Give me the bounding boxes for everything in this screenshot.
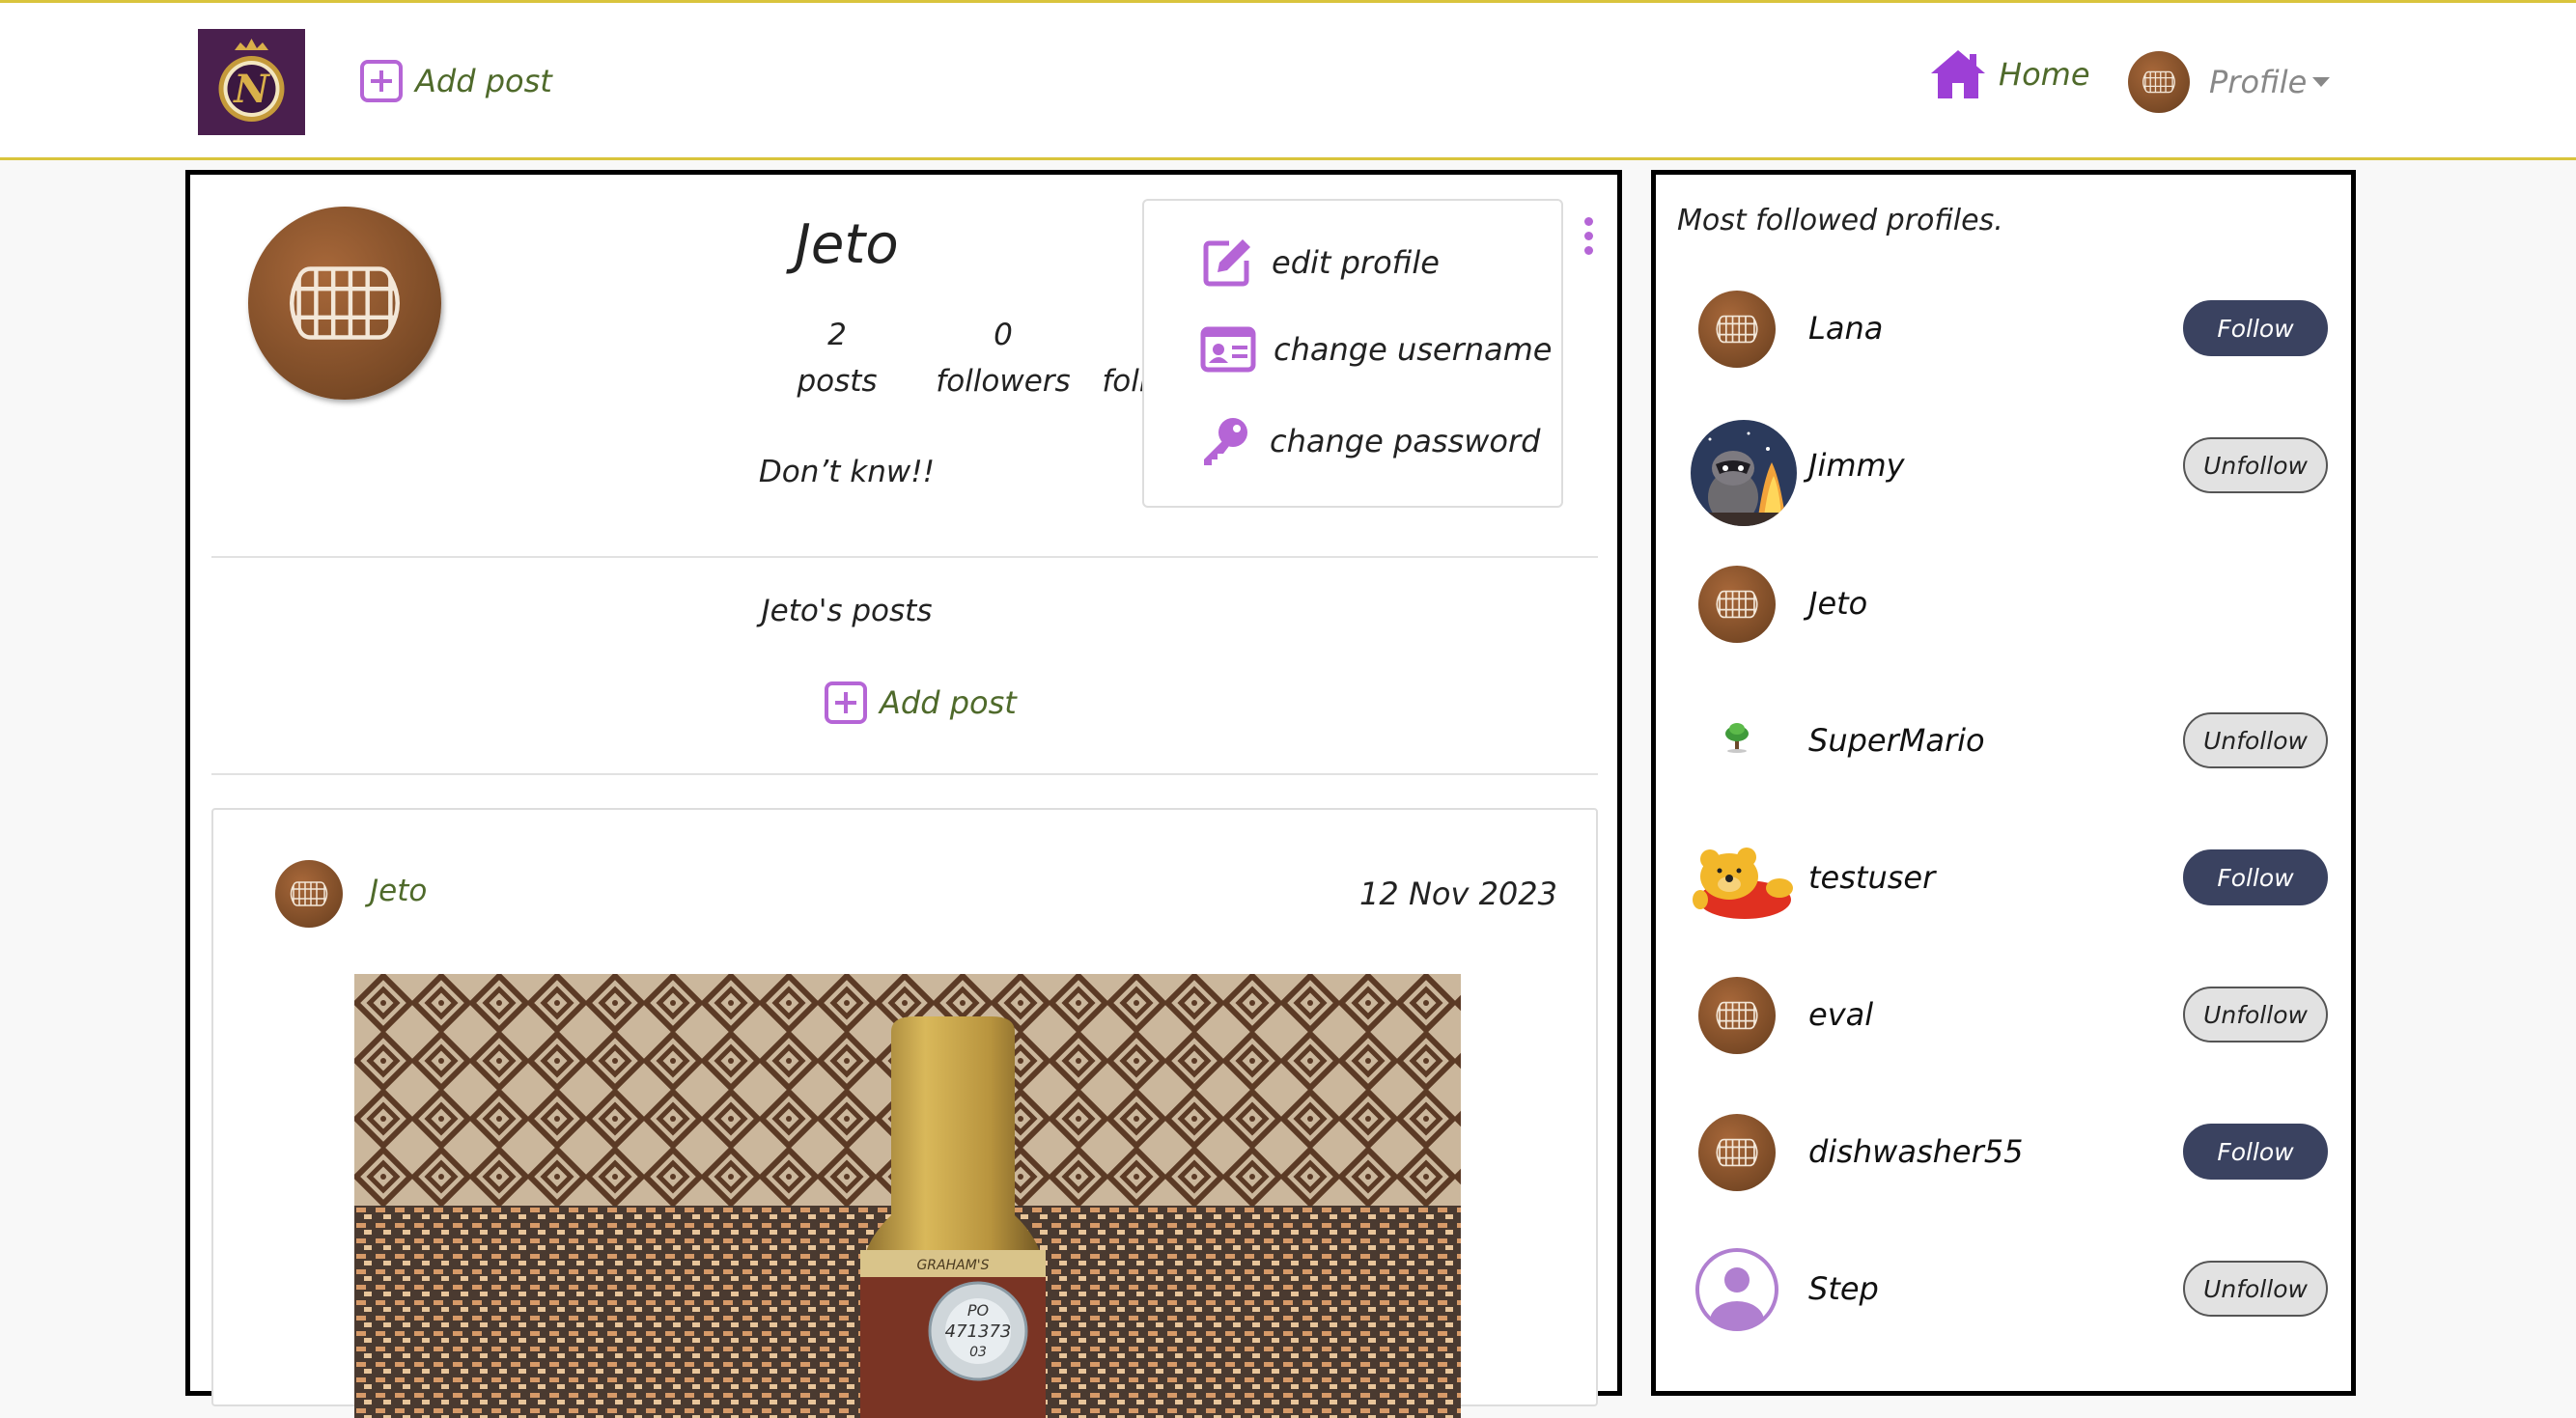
nav-profile-label: Profile [2209, 64, 2308, 100]
stat-posts-value: 2 [827, 318, 847, 352]
post-card: Jeto 12 Nov 2023 GRAHAM'S PO 471373 03 [211, 808, 1598, 1418]
profile-panel: Jeto 2 posts 0 followers 4 following Don… [185, 170, 1622, 1418]
profile-avatar[interactable] [1691, 832, 1793, 925]
profile-name: Jeto [795, 213, 899, 276]
crown-logo-icon: N [218, 39, 285, 122]
plus-square-icon [360, 60, 403, 102]
unfollow-button[interactable]: Unfollow [2183, 437, 2328, 493]
site-logo[interactable]: N [198, 29, 305, 135]
barrel-icon [1710, 588, 1764, 621]
top-navbar: N Add post Home Profile [0, 0, 2576, 160]
plus-square-icon [825, 681, 867, 724]
bear-avatar-icon [1693, 848, 1793, 919]
post-author-avatar[interactable] [275, 860, 343, 928]
change-username-label: change username [1274, 331, 1553, 368]
home-icon [1931, 50, 1985, 98]
change-password-label: change password [1270, 423, 1541, 459]
sidebar-title: Most followed profiles. [1677, 204, 2003, 237]
profile-row-testuser: testuser Follow [1656, 820, 2351, 936]
tree-avatar-icon [1725, 723, 1749, 753]
profile-name-link[interactable]: Step [1808, 1270, 1879, 1307]
profile-name-link[interactable]: testuser [1808, 859, 1935, 896]
stat-posts: 2 posts [750, 312, 924, 404]
add-post-label: Add post [880, 684, 1017, 721]
svg-text:GRAHAM'S: GRAHAM'S [916, 1258, 989, 1273]
post-image[interactable]: GRAHAM'S PO 471373 03 [354, 974, 1461, 1418]
edit-profile-item[interactable]: edit profile [1200, 236, 1440, 290]
edit-profile-label: edit profile [1272, 244, 1440, 281]
bottle-photo: GRAHAM'S PO 471373 03 [354, 974, 1461, 1418]
profile-row-lana: Lana Follow [1656, 271, 2351, 387]
default-user-icon [1695, 1248, 1778, 1331]
profile-name-link[interactable]: Lana [1808, 310, 1883, 347]
barrel-icon [285, 878, 333, 909]
barrel-icon [2138, 69, 2180, 96]
profile-avatar[interactable] [1691, 420, 1797, 526]
profile-name-link[interactable]: SuperMario [1808, 722, 1985, 759]
posts-section-title: Jeto's posts [761, 594, 933, 628]
nav-add-post-link[interactable]: Add post [359, 59, 552, 103]
follow-button[interactable]: Follow [2183, 300, 2328, 356]
profile-name-link[interactable]: Jimmy [1808, 447, 1905, 484]
profile-row-eval: eval Unfollow [1656, 958, 2351, 1073]
profile-name-link[interactable]: dishwasher55 [1808, 1133, 2023, 1170]
svg-text:N: N [232, 67, 270, 112]
profile-avatar[interactable] [1698, 977, 1776, 1054]
post-author-link[interactable]: Jeto [370, 874, 427, 908]
edit-icon [1203, 239, 1250, 287]
svg-text:03: 03 [969, 1345, 987, 1360]
profile-row-step: Step Unfollow [1656, 1232, 2351, 1348]
profile-row-jimmy: Jimmy Unfollow [1656, 408, 2351, 526]
more-options-icon[interactable] [1584, 217, 1594, 261]
nav-avatar [2128, 51, 2190, 113]
profile-avatar [248, 207, 441, 400]
divider [211, 773, 1598, 775]
change-username-item[interactable]: change username [1200, 326, 1552, 373]
profile-avatar[interactable] [1698, 1114, 1776, 1191]
barrel-icon [1710, 1136, 1764, 1169]
barrel-icon [1710, 313, 1764, 346]
add-post-link[interactable]: Add post [824, 681, 1017, 725]
profile-options-menu: edit profile change username change pass… [1142, 199, 1563, 508]
profile-row-supermario: SuperMario Unfollow [1656, 683, 2351, 799]
unfollow-button[interactable]: Unfollow [2183, 712, 2328, 768]
nav-home-link[interactable]: Home [1929, 48, 2090, 100]
stat-posts-label: posts [797, 364, 878, 399]
chevron-down-icon [2312, 77, 2331, 87]
stat-followers-label: followers [936, 364, 1071, 399]
raccoon-avatar-icon [1691, 420, 1797, 526]
svg-text:471373: 471373 [945, 1321, 1012, 1342]
barrel-icon [1710, 999, 1764, 1032]
svg-text:PO: PO [967, 1301, 989, 1320]
nav-profile-dropdown[interactable]: Profile [2128, 51, 2331, 113]
barrel-icon [273, 260, 416, 347]
post-date: 12 Nov 2023 [1359, 876, 1557, 912]
nav-home-label: Home [1999, 56, 2090, 93]
profile-row-jeto: Jeto [1656, 546, 2351, 662]
key-icon [1204, 418, 1247, 465]
follow-button[interactable]: Follow [2183, 1124, 2328, 1180]
profile-name-link[interactable]: Jeto [1808, 585, 1867, 622]
nav-add-post-label: Add post [415, 63, 552, 99]
unfollow-button[interactable]: Unfollow [2183, 1261, 2328, 1317]
profile-avatar[interactable] [1698, 566, 1776, 643]
profile-avatar[interactable] [1698, 703, 1776, 780]
stat-followers-value: 0 [994, 318, 1013, 352]
profile-avatar[interactable] [1698, 291, 1776, 368]
most-followed-sidebar: Most followed profiles. Lana Follow Jimm… [1651, 170, 2356, 1396]
profile-row-dishwasher55: dishwasher55 Follow [1656, 1095, 2351, 1210]
change-password-item[interactable]: change password [1200, 415, 1540, 467]
profile-bio: Don’t knw!! [758, 455, 936, 489]
stat-followers: 0 followers [916, 312, 1090, 404]
divider [211, 556, 1598, 558]
profile-avatar[interactable] [1694, 1247, 1779, 1332]
profile-name-link[interactable]: eval [1808, 996, 1873, 1033]
follow-button[interactable]: Follow [2183, 849, 2328, 905]
unfollow-button[interactable]: Unfollow [2183, 987, 2328, 1043]
id-card-icon [1200, 326, 1256, 373]
